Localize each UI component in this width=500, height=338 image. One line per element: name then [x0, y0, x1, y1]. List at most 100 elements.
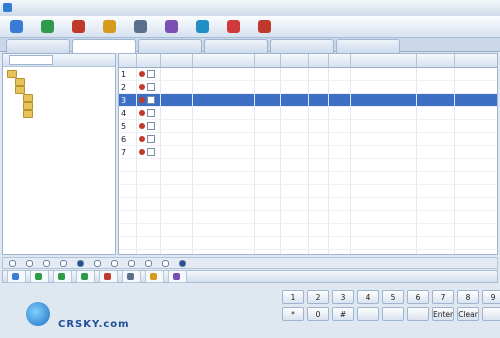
- filter-option-6[interactable]: [111, 259, 120, 268]
- action-button-1[interactable]: [30, 270, 49, 283]
- row-select-cell[interactable]: [136, 93, 161, 107]
- filter-option-1[interactable]: [26, 259, 35, 268]
- row-select-cell[interactable]: [136, 80, 161, 94]
- toolbar-button-3[interactable]: [97, 16, 125, 38]
- row-select-cell[interactable]: [136, 132, 161, 146]
- keypad-key[interactable]: [382, 307, 404, 321]
- filter-option-5[interactable]: [94, 259, 103, 268]
- group-search-input[interactable]: [9, 55, 53, 65]
- action-button-3[interactable]: [76, 270, 95, 283]
- radio-button[interactable]: [9, 259, 16, 267]
- row-checkbox[interactable]: [147, 134, 155, 143]
- filter-option-4[interactable]: [77, 259, 86, 268]
- filter-option-0[interactable]: [9, 259, 18, 268]
- column-header[interactable]: [328, 54, 351, 68]
- radio-button[interactable]: [26, 259, 33, 267]
- column-header[interactable]: [254, 54, 281, 68]
- keypad-key[interactable]: 0: [307, 307, 329, 321]
- action-button-7[interactable]: [168, 270, 187, 283]
- row-checkbox[interactable]: [147, 95, 155, 104]
- row-select-cell[interactable]: [136, 145, 161, 159]
- row-checkbox[interactable]: [147, 108, 155, 117]
- row-select-cell[interactable]: [136, 106, 161, 120]
- row-checkbox[interactable]: [147, 147, 155, 156]
- keypad-key[interactable]: [357, 307, 379, 321]
- toolbar-button-4[interactable]: [128, 16, 156, 38]
- keypad-key[interactable]: *: [282, 307, 304, 321]
- radio-button[interactable]: [60, 259, 67, 267]
- table-row[interactable]: 3: [119, 93, 497, 107]
- radio-button[interactable]: [94, 259, 101, 267]
- tree-node[interactable]: [7, 78, 115, 86]
- keypad-key[interactable]: 9: [482, 290, 500, 304]
- filter-option-9[interactable]: [162, 259, 171, 268]
- keypad-key[interactable]: 8: [457, 290, 479, 304]
- column-header[interactable]: [160, 54, 193, 68]
- keypad-key[interactable]: [482, 307, 500, 321]
- radio-button[interactable]: [179, 259, 186, 267]
- keypad-key[interactable]: 2: [307, 290, 329, 304]
- column-header[interactable]: [119, 54, 137, 68]
- tree-node[interactable]: [7, 110, 115, 118]
- keypad-key[interactable]: 3: [332, 290, 354, 304]
- column-header[interactable]: [192, 54, 255, 68]
- action-button-2[interactable]: [53, 270, 72, 283]
- radio-button[interactable]: [128, 259, 135, 267]
- filter-option-7[interactable]: [128, 259, 137, 268]
- toolbar-button-5[interactable]: [159, 16, 187, 38]
- row-checkbox[interactable]: [147, 69, 155, 78]
- keypad-key[interactable]: #: [332, 307, 354, 321]
- filter-option-8[interactable]: [145, 259, 154, 268]
- table-row[interactable]: 1: [119, 67, 497, 81]
- tree-node[interactable]: [7, 102, 115, 110]
- column-header[interactable]: [136, 54, 161, 68]
- filter-option-2[interactable]: [43, 259, 52, 268]
- tree-node[interactable]: [7, 70, 115, 78]
- column-header[interactable]: [350, 54, 417, 68]
- row-select-cell[interactable]: [136, 67, 161, 81]
- table-row[interactable]: 4: [119, 106, 497, 120]
- toolbar-button-2[interactable]: [66, 16, 94, 38]
- keypad-key[interactable]: [407, 307, 429, 321]
- table-row[interactable]: 5: [119, 119, 497, 133]
- tab-4[interactable]: [270, 39, 334, 53]
- action-button-0[interactable]: [7, 270, 26, 283]
- toolbar-button-7[interactable]: [221, 16, 249, 38]
- filter-option-3[interactable]: [60, 259, 69, 268]
- action-button-4[interactable]: [99, 270, 118, 283]
- tab-1[interactable]: [72, 39, 136, 53]
- tree-node[interactable]: [7, 86, 115, 94]
- toolbar-button-6[interactable]: [190, 16, 218, 38]
- radio-button[interactable]: [145, 259, 152, 267]
- keypad-key[interactable]: 1: [282, 290, 304, 304]
- column-header[interactable]: [416, 54, 455, 68]
- toolbar-button-1[interactable]: [35, 16, 63, 38]
- toolbar-button-0[interactable]: [4, 16, 32, 38]
- tree-node[interactable]: [7, 94, 115, 102]
- row-checkbox[interactable]: [147, 121, 155, 130]
- row-select-cell[interactable]: [136, 119, 161, 133]
- keypad-key[interactable]: 5: [382, 290, 404, 304]
- column-header[interactable]: [280, 54, 309, 68]
- keypad-key[interactable]: 6: [407, 290, 429, 304]
- table-row[interactable]: 2: [119, 80, 497, 94]
- toolbar-button-8[interactable]: [252, 16, 280, 38]
- action-button-6[interactable]: [145, 270, 164, 283]
- keypad-key[interactable]: 4: [357, 290, 379, 304]
- row-checkbox[interactable]: [147, 82, 155, 91]
- table-row[interactable]: 7: [119, 145, 497, 159]
- radio-button[interactable]: [43, 259, 50, 267]
- tab-2[interactable]: [138, 39, 202, 53]
- table-row[interactable]: 6: [119, 132, 497, 146]
- filter-option-10[interactable]: [179, 259, 188, 268]
- keypad-key[interactable]: Enter: [432, 307, 454, 321]
- action-button-5[interactable]: [122, 270, 141, 283]
- keypad-key[interactable]: Clear: [457, 307, 479, 321]
- radio-button[interactable]: [77, 259, 84, 267]
- tab-0[interactable]: [6, 39, 70, 53]
- radio-button[interactable]: [162, 259, 169, 267]
- column-header[interactable]: [454, 54, 497, 68]
- column-header[interactable]: [308, 54, 329, 68]
- tab-5[interactable]: [336, 39, 400, 53]
- keypad-key[interactable]: 7: [432, 290, 454, 304]
